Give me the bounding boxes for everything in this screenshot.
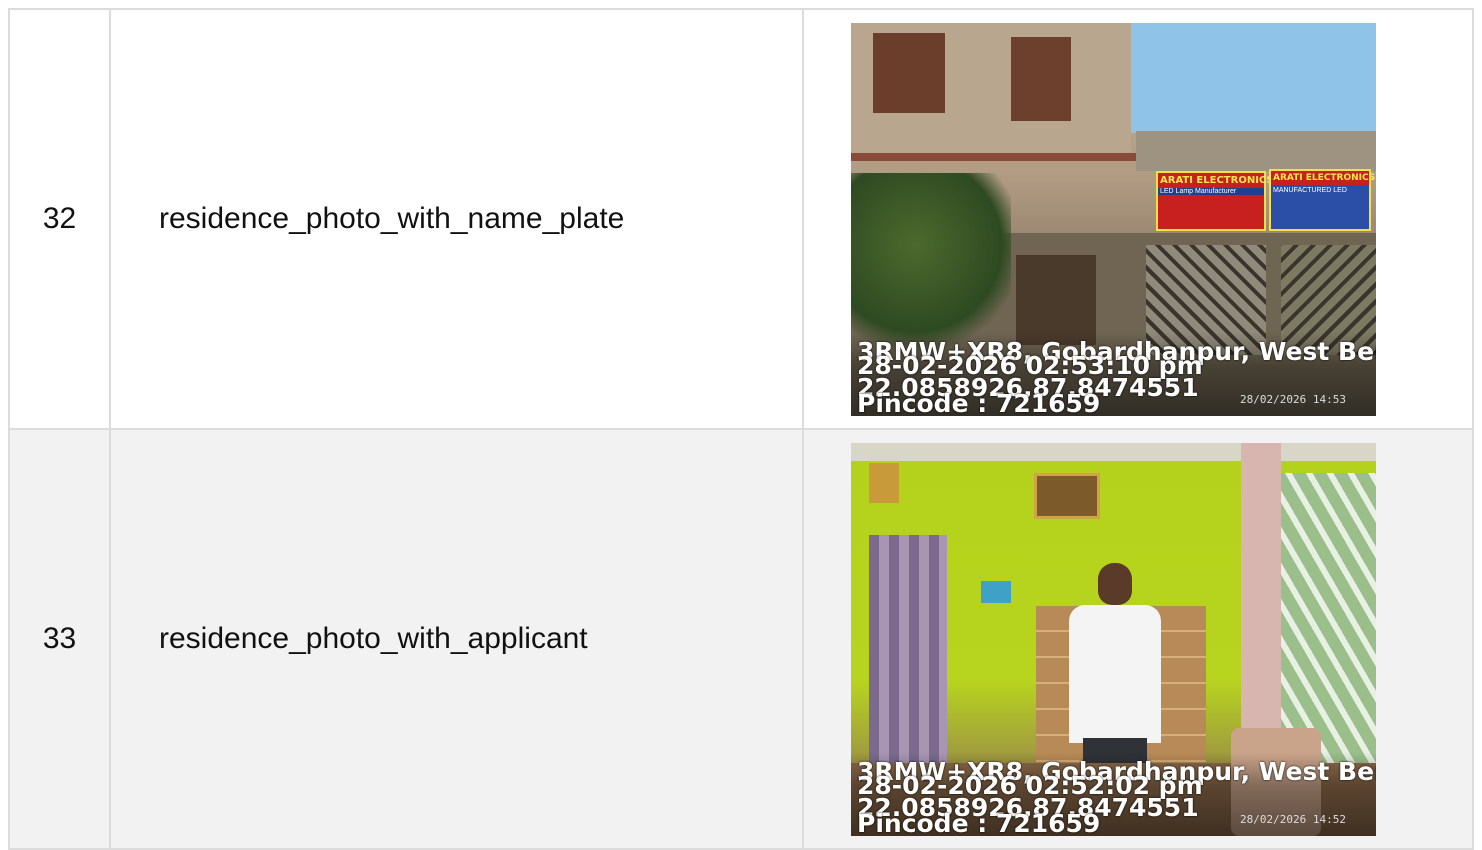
shop-signboard-right: ARATI ELECTRONICS MANUFACTURED LED — [1269, 168, 1376, 231]
table-row: 33 residence_photo_with_applicant 3RMW+X… — [8, 428, 1474, 850]
sign-right-subtitle: MANUFACTURED LED — [1273, 186, 1347, 194]
table-row: 32 residence_photo_with_name_plate ARATI… — [8, 8, 1474, 430]
residence-name-plate-photo[interactable]: ARATI ELECTRONICS LED Lamp Manufacturer … — [851, 22, 1376, 416]
document-table: 32 residence_photo_with_name_plate ARATI… — [8, 8, 1474, 850]
sign-left-title: ARATI ELECTRONICS — [1160, 174, 1274, 186]
sign-right-title: ARATI ELECTRONICS — [1271, 170, 1376, 185]
photo-cell: ARATI ELECTRONICS LED Lamp Manufacturer … — [802, 8, 1474, 430]
shop-signboard-left: ARATI ELECTRONICS LED Lamp Manufacturer — [1156, 170, 1274, 231]
row-number: 33 — [8, 428, 111, 850]
row-number: 32 — [8, 8, 111, 430]
document-type: residence_photo_with_applicant — [109, 428, 804, 850]
camera-timestamp: 28/02/2026 14:53 — [1240, 392, 1346, 406]
camera-timestamp: 28/02/2026 14:52 — [1240, 812, 1346, 826]
photo-cell: 3RMW+XR8, Gobardhanpur, West Bengal 721 … — [802, 428, 1474, 850]
sign-left-subtitle: LED Lamp Manufacturer — [1158, 187, 1264, 195]
document-type: residence_photo_with_name_plate — [109, 8, 804, 430]
residence-applicant-photo[interactable]: 3RMW+XR8, Gobardhanpur, West Bengal 721 … — [851, 442, 1376, 836]
geo-pincode: Pincode : 721659 — [857, 388, 1101, 416]
geo-pincode: Pincode : 721659 — [857, 808, 1101, 836]
